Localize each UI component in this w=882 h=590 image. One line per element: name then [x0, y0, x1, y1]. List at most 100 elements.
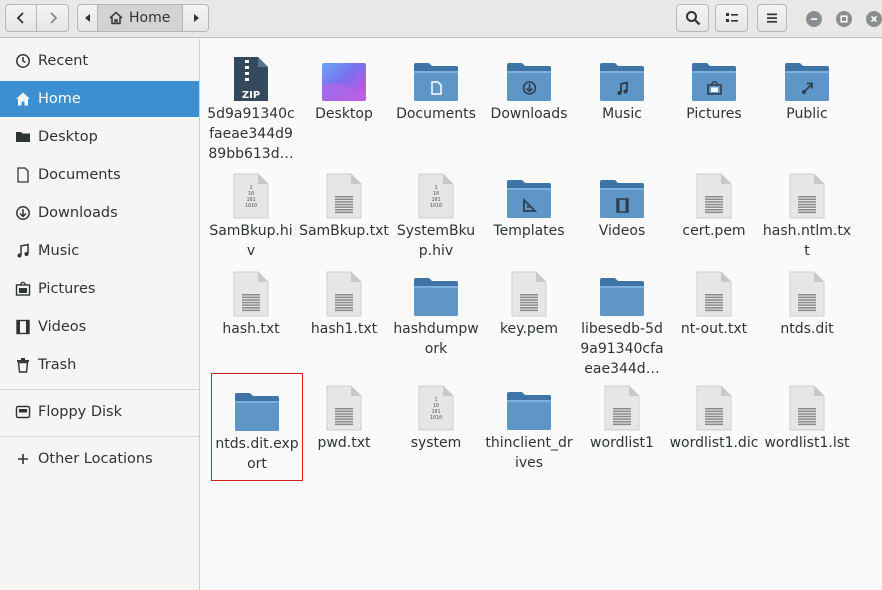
minimize-icon: [811, 18, 817, 20]
maximize-window-button[interactable]: [836, 11, 852, 27]
file-item[interactable]: wordlist1: [576, 373, 668, 453]
file-item[interactable]: hashdumpwork: [390, 259, 482, 359]
path-scroll-right-button[interactable]: [182, 4, 209, 32]
search-icon: [685, 11, 700, 26]
sidebar-item-recent[interactable]: Recent: [0, 43, 199, 79]
menu-button[interactable]: [757, 4, 787, 32]
sidebar-item-floppy-disk[interactable]: Floppy Disk: [0, 394, 199, 430]
text-file-icon: [668, 373, 760, 431]
sidebar-item-label: Floppy Disk: [38, 404, 122, 420]
sidebar-item-music[interactable]: Music: [0, 233, 199, 269]
file-name: 5d9a91340cfaeae344d989bb613d…: [207, 106, 295, 162]
file-item[interactable]: ntds.dit.export: [211, 373, 303, 481]
text-file-icon: [298, 161, 390, 219]
file-name: nt-out.txt: [680, 321, 748, 337]
file-item[interactable]: wordlist1.lst: [761, 373, 853, 453]
path-scroll-left-button[interactable]: [77, 4, 98, 32]
trash-icon: [13, 355, 33, 375]
file-item[interactable]: ntds.dit: [761, 259, 853, 339]
desktop-folder-icon: [298, 44, 390, 102]
file-name: hashdumpwork: [393, 321, 479, 357]
download-icon: [13, 203, 33, 223]
sidebar-item-videos[interactable]: Videos: [0, 309, 199, 345]
file-name: SamBkup.txt: [299, 223, 389, 239]
forward-button[interactable]: [36, 4, 69, 32]
plus-icon: [13, 449, 33, 469]
text-file-icon: [298, 259, 390, 317]
sidebar-item-label: Desktop: [38, 129, 98, 145]
sidebar-item-trash[interactable]: Trash: [0, 347, 199, 383]
file-item[interactable]: SamBkup.txt: [298, 161, 390, 241]
sidebar-item-desktop[interactable]: Desktop: [0, 119, 199, 155]
file-item[interactable]: wordlist1.dic: [668, 373, 760, 453]
home-icon: [109, 11, 123, 25]
file-name: system: [410, 435, 462, 451]
folder-icon: [576, 259, 668, 317]
text-file-icon: [761, 161, 853, 219]
svg-text:1010: 1010: [430, 203, 442, 209]
file-item[interactable]: Music: [576, 44, 668, 124]
file-item[interactable]: Downloads: [483, 44, 575, 124]
file-name: wordlist1: [590, 435, 654, 451]
file-name: hash.txt: [222, 321, 280, 337]
file-item[interactable]: Public: [761, 44, 853, 124]
file-name: Desktop: [315, 106, 373, 122]
sidebar-item-label: Recent: [38, 53, 89, 69]
file-item[interactable]: Documents: [390, 44, 482, 124]
text-file-icon: [668, 161, 760, 219]
folder-icon: [390, 259, 482, 317]
file-item[interactable]: Desktop: [298, 44, 390, 124]
file-item[interactable]: 1 10 101 1010 SamBkup.hiv: [205, 161, 297, 261]
text-file-icon: [483, 259, 575, 317]
minimize-window-button[interactable]: [806, 11, 822, 27]
file-item[interactable]: nt-out.txt: [668, 259, 760, 339]
sidebar-item-other-locations[interactable]: Other Locations: [0, 441, 199, 477]
search-button[interactable]: [676, 4, 709, 32]
file-item[interactable]: Videos: [576, 161, 668, 241]
sidebar-item-pictures[interactable]: Pictures: [0, 271, 199, 307]
document-icon: [13, 165, 33, 185]
file-item[interactable]: cert.pem: [668, 161, 760, 241]
videos-folder-icon: [576, 161, 668, 219]
sidebar-item-downloads[interactable]: Downloads: [0, 195, 199, 231]
file-name: Templates: [493, 223, 565, 239]
file-item[interactable]: Pictures: [668, 44, 760, 124]
sidebar-item-documents[interactable]: Documents: [0, 157, 199, 193]
binary-file-icon: 1 10 101 1010: [205, 161, 297, 219]
file-item[interactable]: hash.txt: [205, 259, 297, 339]
file-item[interactable]: hash1.txt: [298, 259, 390, 339]
file-item[interactable]: ZIP 5d9a91340cfaeae344d989bb613d…: [205, 44, 297, 164]
file-item[interactable]: pwd.txt: [298, 373, 390, 453]
svg-text:1010: 1010: [245, 203, 257, 209]
file-item[interactable]: libesedb-5d9a91340cfaeae344d…: [576, 259, 668, 379]
file-name: ntds.dit: [780, 321, 834, 337]
file-name: wordlist1.lst: [764, 435, 850, 451]
path-home-label: Home: [129, 10, 171, 26]
file-name: hash1.txt: [310, 321, 378, 337]
close-window-button[interactable]: [866, 11, 882, 27]
text-file-icon: [298, 373, 390, 431]
file-item[interactable]: key.pem: [483, 259, 575, 339]
back-button[interactable]: [5, 4, 37, 32]
view-toggle-button[interactable]: [715, 4, 748, 32]
sidebar-divider: [0, 436, 199, 437]
floppy-icon: [13, 402, 33, 422]
file-item[interactable]: hash.ntlm.txt: [761, 161, 853, 261]
file-item[interactable]: Templates: [483, 161, 575, 241]
file-item[interactable]: thinclient_drives: [483, 373, 575, 473]
file-name: libesedb-5d9a91340cfaeae344d…: [580, 321, 664, 377]
file-name: key.pem: [499, 321, 559, 337]
binary-file-icon: 1 10 101 1010: [390, 161, 482, 219]
sidebar-item-home[interactable]: Home: [0, 81, 199, 117]
file-name: Downloads: [490, 106, 568, 122]
file-item[interactable]: 1 10 101 1010 SystemBkup.hiv: [390, 161, 482, 261]
triangle-left-icon: [84, 14, 90, 22]
file-item[interactable]: 1 10 101 1010 system: [390, 373, 482, 453]
public-folder-icon: [761, 44, 853, 102]
header-bar: Home: [0, 0, 882, 38]
downloads-folder-icon: [483, 44, 575, 102]
path-home-button[interactable]: Home: [97, 4, 183, 32]
file-name: SamBkup.hiv: [209, 223, 293, 259]
sidebar-item-label: Other Locations: [38, 451, 153, 467]
folder-icon: [483, 373, 575, 431]
